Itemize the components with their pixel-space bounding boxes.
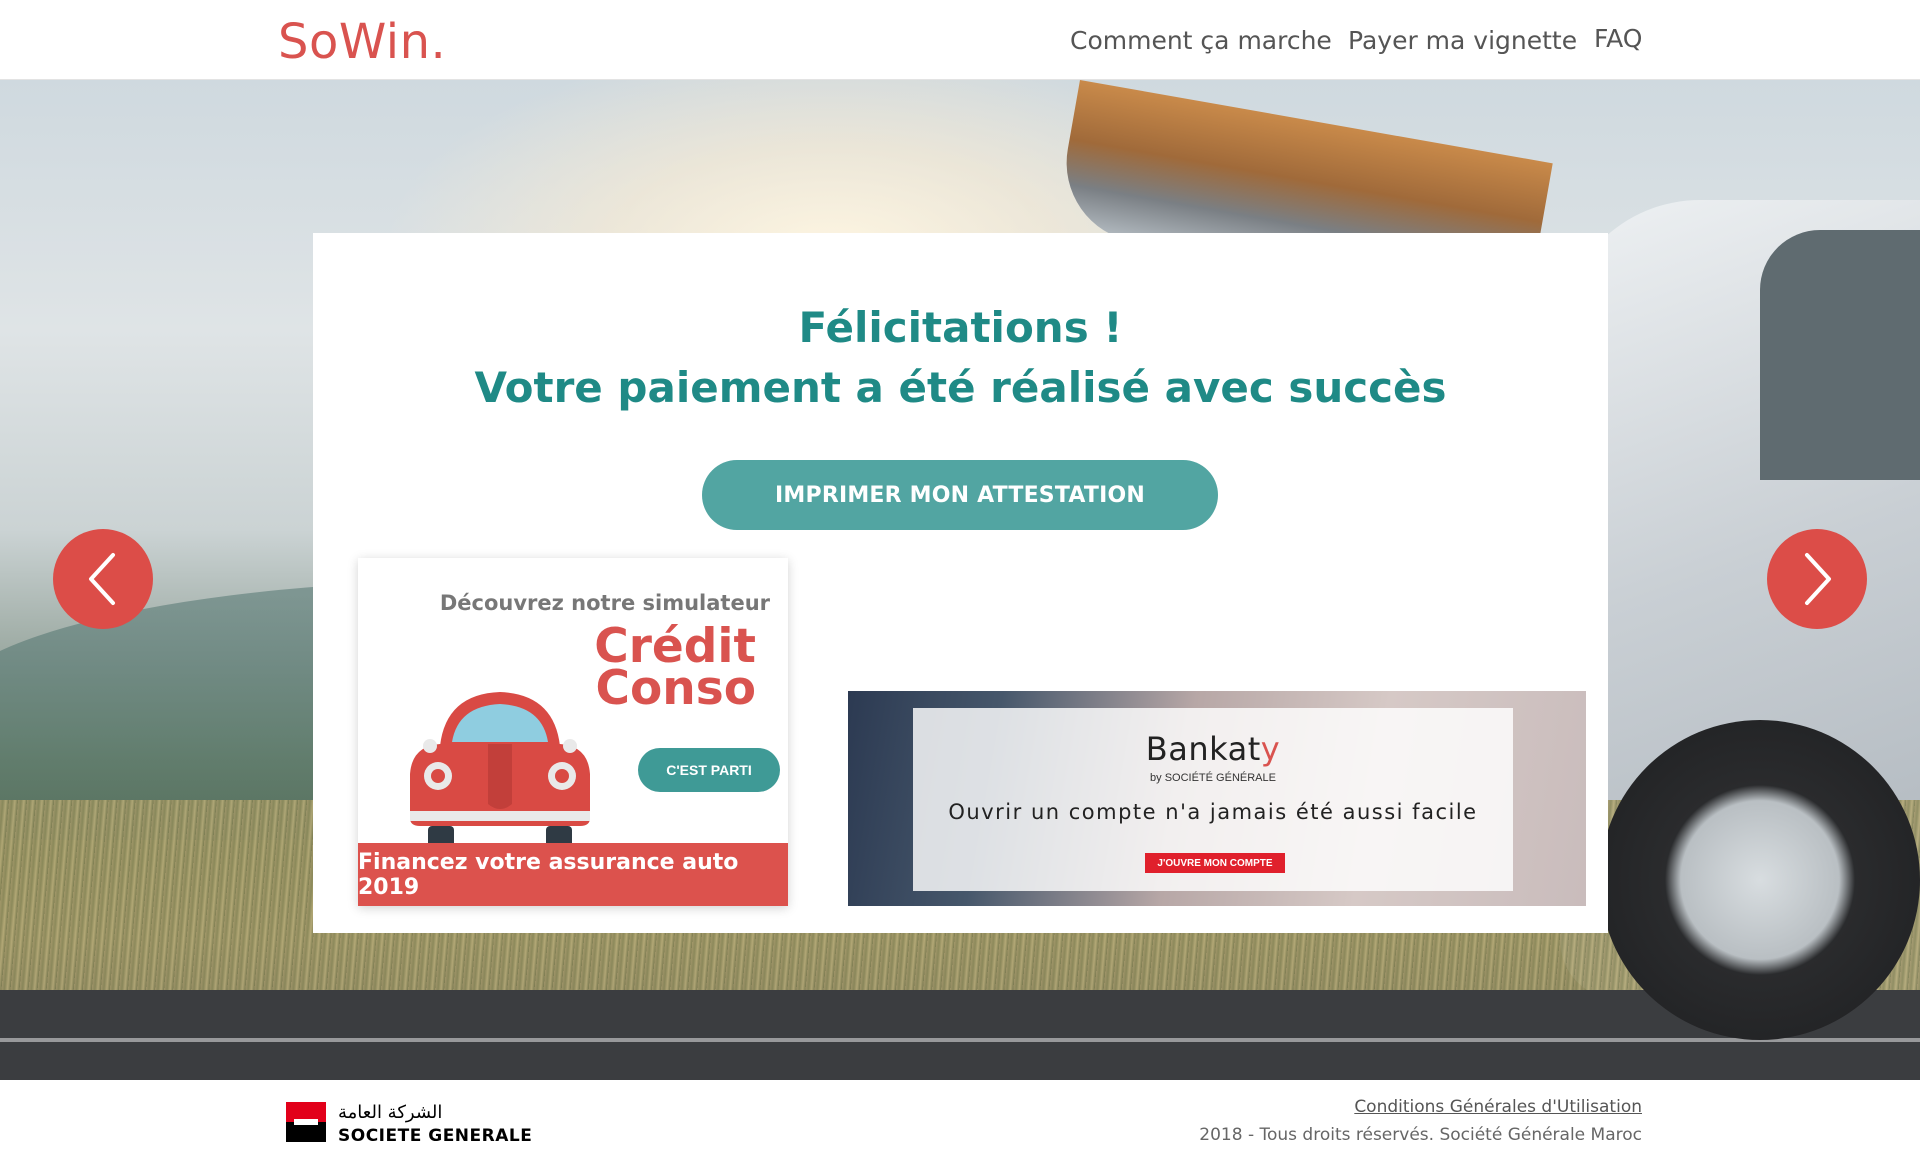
site-logo[interactable]: SoWin. <box>278 14 446 70</box>
bankaty-logo: Bankaty <box>913 730 1513 768</box>
cest-parti-button[interactable]: C'EST PARTI <box>638 748 780 792</box>
success-card: Félicitations ! Votre paiement a été réa… <box>313 233 1608 933</box>
print-attestation-button[interactable]: IMPRIMER MON ATTESTATION <box>702 460 1218 530</box>
nav-link-comment-ca-marche[interactable]: Comment ça marche <box>1070 26 1332 55</box>
ad-credit-line2: Conso <box>595 661 756 716</box>
ad-simulator-subtitle: Découvrez notre simulateur <box>439 591 770 615</box>
car-window <box>1760 230 1920 480</box>
ad-credit-conso-title: Crédit Conso <box>594 623 756 716</box>
sg-logo-square-icon <box>286 1102 326 1142</box>
cgu-link[interactable]: Conditions Générales d'Utilisation <box>1354 1097 1642 1117</box>
sg-name: SOCIETE GENERALE <box>338 1126 533 1146</box>
bankaty-by-sg: by SOCIÉTÉ GÉNÉRALE <box>1150 772 1276 784</box>
road-line <box>0 1038 1920 1042</box>
red-car-illustration <box>410 692 590 850</box>
top-header: SoWin. Comment ça marche Payer ma vignet… <box>0 0 1920 80</box>
copyright-text: 2018 - Tous droits réservés. Société Gén… <box>1199 1125 1642 1145</box>
bankaty-tagline: Ouvrir un compte n'a jamais été aussi fa… <box>948 800 1478 824</box>
success-title: Félicitations ! <box>798 303 1123 352</box>
bankaty-ad[interactable]: Bankaty by SOCIÉTÉ GÉNÉRALE Ouvrir un co… <box>848 691 1586 906</box>
bankaty-panel: Bankaty by SOCIÉTÉ GÉNÉRALE Ouvrir un co… <box>913 708 1513 891</box>
bankaty-logo-y: y <box>1260 730 1281 768</box>
carousel-prev-button[interactable] <box>53 529 153 629</box>
sg-arabic-name: الشركة العامة <box>338 1102 443 1123</box>
societe-generale-logo: الشركة العامة SOCIETE GENERALE <box>286 1102 546 1150</box>
open-account-button[interactable]: J'OUVRE MON COMPTE <box>1145 853 1285 873</box>
nav-link-faq[interactable]: FAQ <box>1594 24 1642 53</box>
chevron-right-icon <box>1805 553 1831 605</box>
credit-conso-ad[interactable]: Découvrez notre simulateur Crédit Conso … <box>358 558 788 906</box>
chevron-left-icon <box>89 553 115 605</box>
page-footer: الشركة العامة SOCIETE GENERALE Condition… <box>0 1080 1920 1160</box>
ad-credit-footer: Financez votre assurance auto 2019 <box>358 843 788 906</box>
car-wheel <box>1600 720 1920 1040</box>
bankaty-logo-main: Bankat <box>1145 730 1261 768</box>
road <box>0 990 1920 1080</box>
success-subtitle: Votre paiement a été réalisé avec succès <box>474 363 1447 412</box>
nav-link-payer-ma-vignette[interactable]: Payer ma vignette <box>1348 26 1577 55</box>
carousel-next-button[interactable] <box>1767 529 1867 629</box>
